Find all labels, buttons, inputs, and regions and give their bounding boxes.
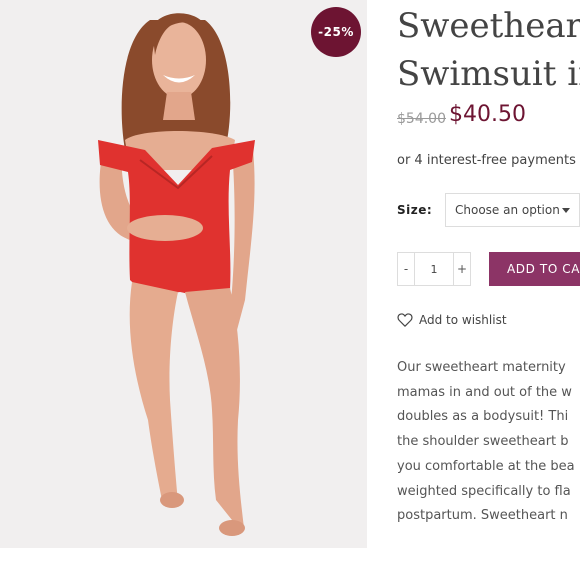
title-line-1: Sweetheart: [397, 6, 580, 46]
description-line: mamas in and out of the w: [397, 384, 572, 400]
description-line: Our sweetheart maternity: [397, 360, 566, 375]
description-line: the shoulder sweetheart b: [397, 434, 569, 450]
heart-icon: [397, 313, 413, 327]
wishlist-label: Add to wishlist: [419, 312, 507, 327]
original-price: $54.00: [397, 111, 446, 127]
quantity-stepper: - 1 +: [397, 252, 471, 286]
title-line-2: Swimsuit in: [397, 54, 580, 94]
quantity-decrease-button[interactable]: -: [397, 252, 415, 286]
product-title: Sweetheart Swimsuit in: [397, 2, 580, 98]
add-to-cart-button[interactable]: ADD TO CART: [489, 252, 580, 286]
discount-badge: -25%: [311, 7, 361, 57]
quantity-input[interactable]: 1: [415, 252, 453, 286]
product-gallery[interactable]: -25%: [0, 0, 367, 548]
sale-price: $40.50: [449, 102, 526, 127]
quantity-increase-button[interactable]: +: [453, 252, 471, 286]
description-line: weighted specifically to fla: [397, 483, 571, 499]
installments-text: or 4 interest-free payments: [397, 153, 576, 168]
description-line: postpartum. Sweetheart n: [397, 508, 568, 524]
description-line: doubles as a bodysuit! Thi: [397, 409, 569, 425]
size-label: Size:: [397, 203, 433, 217]
description-line: you comfortable at the bea: [397, 458, 575, 474]
size-select-value: Choose an option: [455, 203, 560, 217]
product-photo: [98, 13, 255, 536]
add-to-wishlist-link[interactable]: Add to wishlist: [397, 312, 507, 327]
size-select[interactable]: Choose an option: [445, 193, 580, 227]
chevron-down-icon: [562, 208, 570, 213]
product-description: Our sweetheart maternity mamas in and ou…: [397, 356, 580, 529]
